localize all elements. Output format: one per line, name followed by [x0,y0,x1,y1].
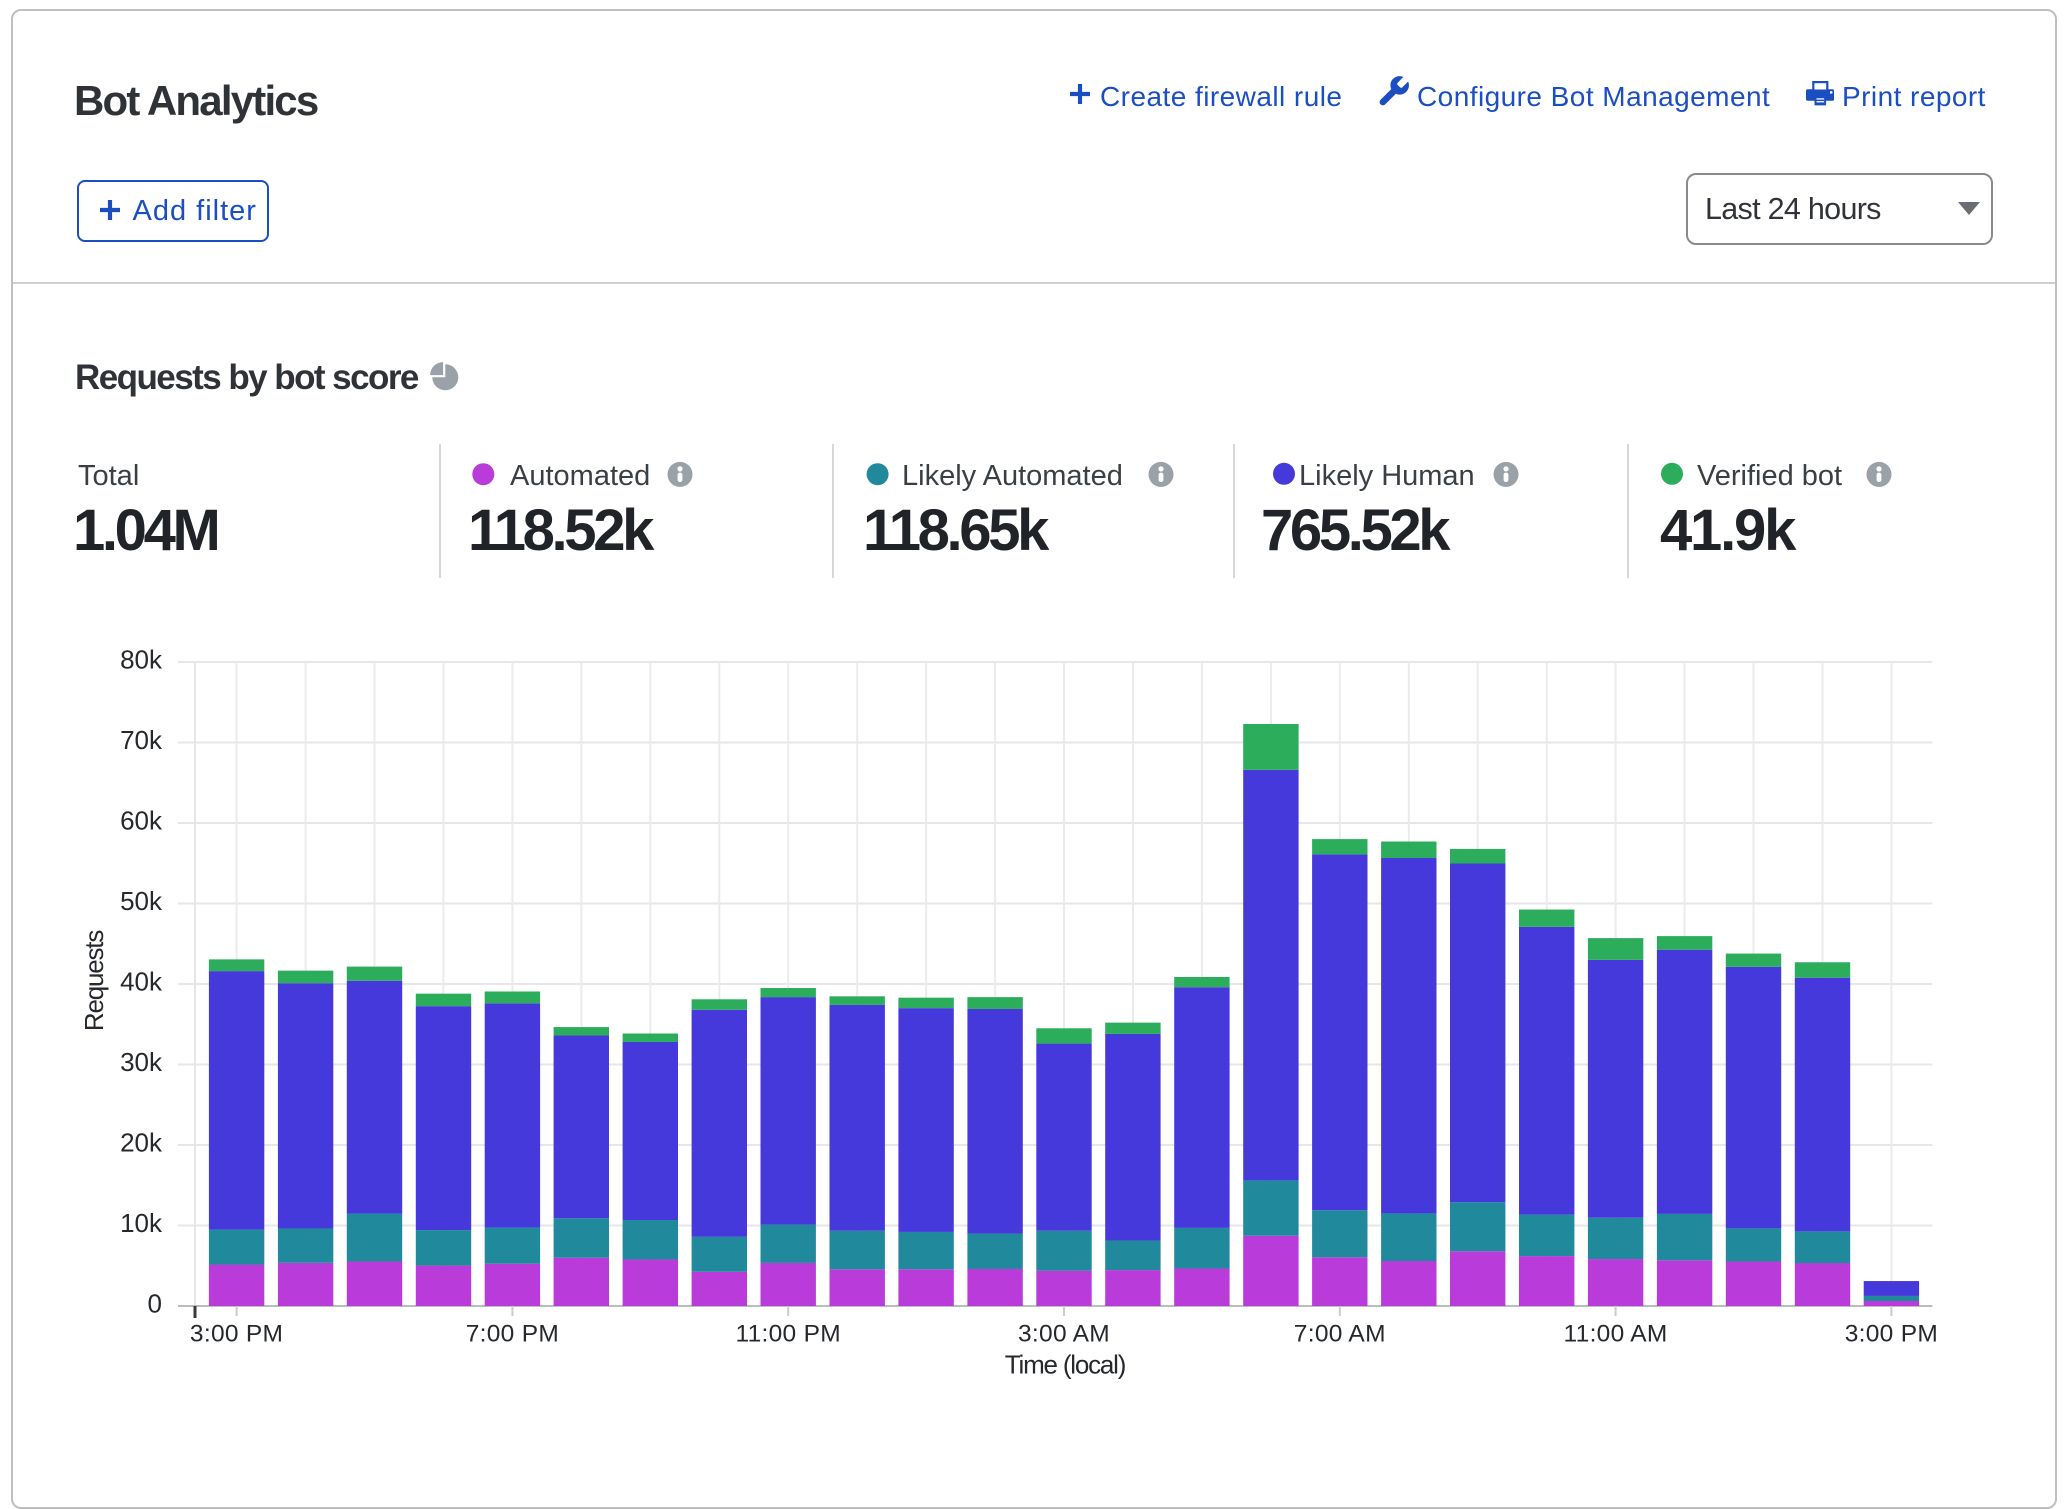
svg-text:3:00 PM: 3:00 PM [190,1321,283,1348]
svg-text:Time (local): Time (local) [1005,1350,1126,1380]
svg-text:20k: 20k [120,1127,163,1157]
svg-text:3:00 PM: 3:00 PM [1845,1321,1938,1348]
svg-text:7:00 PM: 7:00 PM [466,1321,559,1348]
svg-text:60k: 60k [120,805,163,835]
svg-text:11:00 PM: 11:00 PM [735,1321,840,1348]
svg-text:10k: 10k [120,1208,163,1238]
svg-text:30k: 30k [120,1047,163,1077]
svg-text:50k: 50k [120,886,163,916]
svg-text:3:00 AM: 3:00 AM [1018,1321,1110,1348]
svg-text:80k: 80k [120,644,163,674]
svg-text:Requests: Requests [79,930,109,1031]
svg-text:40k: 40k [120,966,163,996]
svg-text:11:00 AM: 11:00 AM [1564,1321,1668,1348]
svg-text:7:00 AM: 7:00 AM [1294,1321,1386,1348]
svg-text:70k: 70k [120,725,163,755]
svg-text:0: 0 [148,1288,162,1318]
